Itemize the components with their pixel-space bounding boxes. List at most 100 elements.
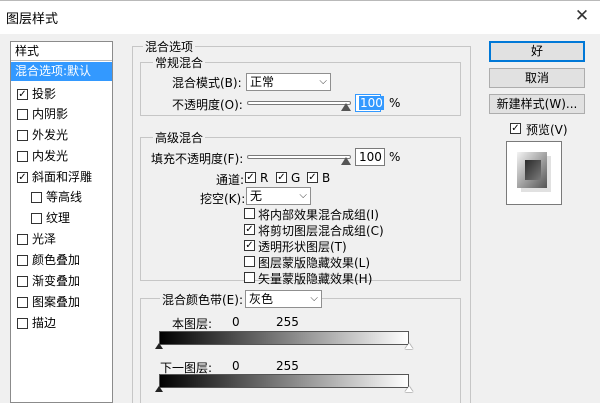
blend-mode-value: 正常 bbox=[250, 75, 275, 89]
style-item-label: 斜面和浮雕 bbox=[32, 170, 93, 184]
knockout-label: 挖空(K): bbox=[200, 192, 246, 206]
blend-if-value: 灰色 bbox=[249, 292, 274, 306]
knockout-select[interactable]: 无 ⌵ bbox=[246, 187, 311, 205]
fill-opacity-input[interactable]: 100 bbox=[355, 148, 385, 166]
close-icon[interactable]: ✕ bbox=[572, 6, 592, 26]
style-item-label: 颜色叠加 bbox=[32, 253, 81, 267]
blend-if-label: 混合颜色带(E): bbox=[160, 291, 245, 308]
general-blending-title: 常规混合 bbox=[153, 54, 206, 71]
channel-g-label: G bbox=[291, 171, 301, 185]
style-item-label: 渐变叠加 bbox=[32, 274, 81, 288]
style-item-label: 外发光 bbox=[32, 128, 69, 142]
vector-mask-hides-checkbox-icon[interactable] bbox=[244, 272, 255, 283]
this-layer-white-slider-icon[interactable] bbox=[405, 343, 413, 349]
checkbox-icon[interactable] bbox=[31, 213, 42, 224]
style-item-label: 图案叠加 bbox=[32, 295, 81, 309]
preview-checkbox-checked-icon[interactable]: ✓ bbox=[510, 123, 521, 134]
checkbox-checked-icon[interactable]: ✓ bbox=[17, 172, 28, 183]
this-layer-label: 本图层: bbox=[172, 317, 213, 331]
style-item-satin[interactable]: 光泽 bbox=[11, 230, 112, 249]
opacity-input[interactable]: 100 bbox=[355, 94, 384, 112]
checkbox-icon[interactable] bbox=[17, 109, 28, 120]
layer-style-dialog: 图层样式 ✕ 样式 混合选项:默认 ✓ 投影 内阴影 外发光 内发光 ✓ 斜面和… bbox=[0, 0, 600, 403]
opacity-label: 不透明度(O): bbox=[172, 98, 243, 112]
style-item-label: 纹理 bbox=[46, 211, 71, 225]
style-item-texture[interactable]: 纹理 bbox=[11, 209, 112, 228]
blend-interior-effects-checkbox-icon[interactable] bbox=[244, 208, 255, 219]
style-item-gradient-overlay[interactable]: 渐变叠加 bbox=[11, 272, 112, 291]
style-item-blend-options[interactable]: 混合选项:默认 bbox=[11, 62, 112, 81]
blend-interior-effects-label: 将内部效果混合成组(I) bbox=[258, 208, 379, 222]
fill-opacity-label: 填充不透明度(F): bbox=[151, 152, 244, 166]
style-item-color-overlay[interactable]: 颜色叠加 bbox=[11, 251, 112, 270]
chevron-down-icon: ⌵ bbox=[319, 76, 327, 87]
transparency-shapes-checkbox-checked-icon[interactable]: ✓ bbox=[244, 240, 255, 251]
checkbox-icon[interactable] bbox=[17, 255, 28, 266]
checkbox-icon[interactable] bbox=[17, 234, 28, 245]
preview-label: 预览(V) bbox=[526, 123, 568, 137]
style-item-outer-glow[interactable]: 外发光 bbox=[11, 126, 112, 145]
style-item-label: 等高线 bbox=[46, 190, 83, 204]
new-style-button[interactable]: 新建样式(W)... bbox=[489, 94, 585, 114]
layer-mask-hides-label: 图层蒙版隐藏效果(L) bbox=[258, 256, 371, 270]
style-item-stroke[interactable]: 描边 bbox=[11, 314, 112, 333]
checkbox-checked-icon[interactable]: ✓ bbox=[17, 89, 28, 100]
style-item-bevel-emboss[interactable]: ✓ 斜面和浮雕 bbox=[11, 168, 112, 187]
checkbox-icon[interactable] bbox=[17, 297, 28, 308]
blend-clipped-layers-label: 将剪切图层混合成组(C) bbox=[258, 224, 384, 238]
style-item-label: 光泽 bbox=[32, 232, 57, 246]
this-layer-low-value: 0 bbox=[232, 315, 240, 329]
underlying-layer-gradient-bar bbox=[159, 374, 409, 388]
chevron-down-icon: ⌵ bbox=[299, 190, 307, 201]
layer-mask-hides-checkbox-icon[interactable] bbox=[244, 256, 255, 267]
checkbox-icon[interactable] bbox=[17, 318, 28, 329]
this-layer-black-slider-icon[interactable] bbox=[155, 343, 163, 349]
style-item-inner-shadow[interactable]: 内阴影 bbox=[11, 105, 112, 124]
style-list-header[interactable]: 样式 bbox=[11, 42, 112, 61]
channel-g-checkbox-checked-icon[interactable]: ✓ bbox=[276, 172, 287, 183]
opacity-slider-thumb-icon[interactable] bbox=[341, 103, 351, 111]
knockout-value: 无 bbox=[250, 189, 263, 203]
checkbox-icon[interactable] bbox=[17, 130, 28, 141]
style-item-pattern-overlay[interactable]: 图案叠加 bbox=[11, 293, 112, 312]
style-preview-thumbnail bbox=[506, 141, 562, 205]
opacity-unit: % bbox=[389, 96, 401, 110]
blend-options-title: 混合选项 bbox=[143, 38, 196, 55]
channel-r-checkbox-checked-icon[interactable]: ✓ bbox=[245, 172, 256, 183]
blend-clipped-layers-checkbox-checked-icon[interactable]: ✓ bbox=[244, 224, 255, 235]
style-item-drop-shadow[interactable]: ✓ 投影 bbox=[11, 85, 112, 104]
fill-opacity-slider-thumb-icon[interactable] bbox=[341, 157, 351, 165]
underlying-layer-low-value: 0 bbox=[232, 359, 240, 373]
channel-b-checkbox-checked-icon[interactable]: ✓ bbox=[307, 172, 318, 183]
checkbox-icon[interactable] bbox=[17, 151, 28, 162]
checkbox-icon[interactable] bbox=[31, 192, 42, 203]
style-item-label: 投影 bbox=[32, 87, 57, 101]
underlying-layer-high-value: 255 bbox=[276, 359, 299, 373]
preview-swatch-icon bbox=[507, 142, 561, 204]
style-item-label: 混合选项:默认 bbox=[15, 64, 92, 78]
window-top-border bbox=[0, 0, 600, 1]
channel-b-label: B bbox=[322, 171, 331, 185]
ok-button[interactable]: 好 bbox=[489, 41, 585, 62]
title-bar bbox=[0, 0, 600, 34]
style-item-label: 内阴影 bbox=[32, 107, 69, 121]
style-list: 样式 混合选项:默认 ✓ 投影 内阴影 外发光 内发光 ✓ 斜面和浮雕 等高线 bbox=[10, 41, 113, 403]
style-item-contour[interactable]: 等高线 bbox=[11, 188, 112, 207]
opacity-value: 100 bbox=[359, 96, 384, 110]
underlying-layer-white-slider-icon[interactable] bbox=[405, 386, 413, 392]
channels-label: 通道: bbox=[216, 173, 245, 187]
window-title: 图层样式 bbox=[6, 12, 59, 27]
channel-r-label: R bbox=[260, 171, 269, 185]
vector-mask-hides-label: 矢量蒙版隐藏效果(H) bbox=[258, 272, 373, 286]
transparency-shapes-label: 透明形状图层(T) bbox=[258, 240, 347, 254]
opacity-slider-track[interactable] bbox=[247, 101, 351, 105]
style-item-label: 内发光 bbox=[32, 149, 69, 163]
blend-mode-select[interactable]: 正常 ⌵ bbox=[246, 73, 331, 91]
fill-opacity-slider-track[interactable] bbox=[247, 155, 351, 159]
cancel-button[interactable]: 取消 bbox=[489, 68, 585, 88]
style-item-inner-glow[interactable]: 内发光 bbox=[11, 147, 112, 166]
blend-if-select[interactable]: 灰色 ⌵ bbox=[245, 290, 322, 308]
checkbox-icon[interactable] bbox=[17, 276, 28, 287]
blend-mode-label: 混合模式(B): bbox=[172, 76, 242, 90]
underlying-layer-black-slider-icon[interactable] bbox=[155, 386, 163, 392]
